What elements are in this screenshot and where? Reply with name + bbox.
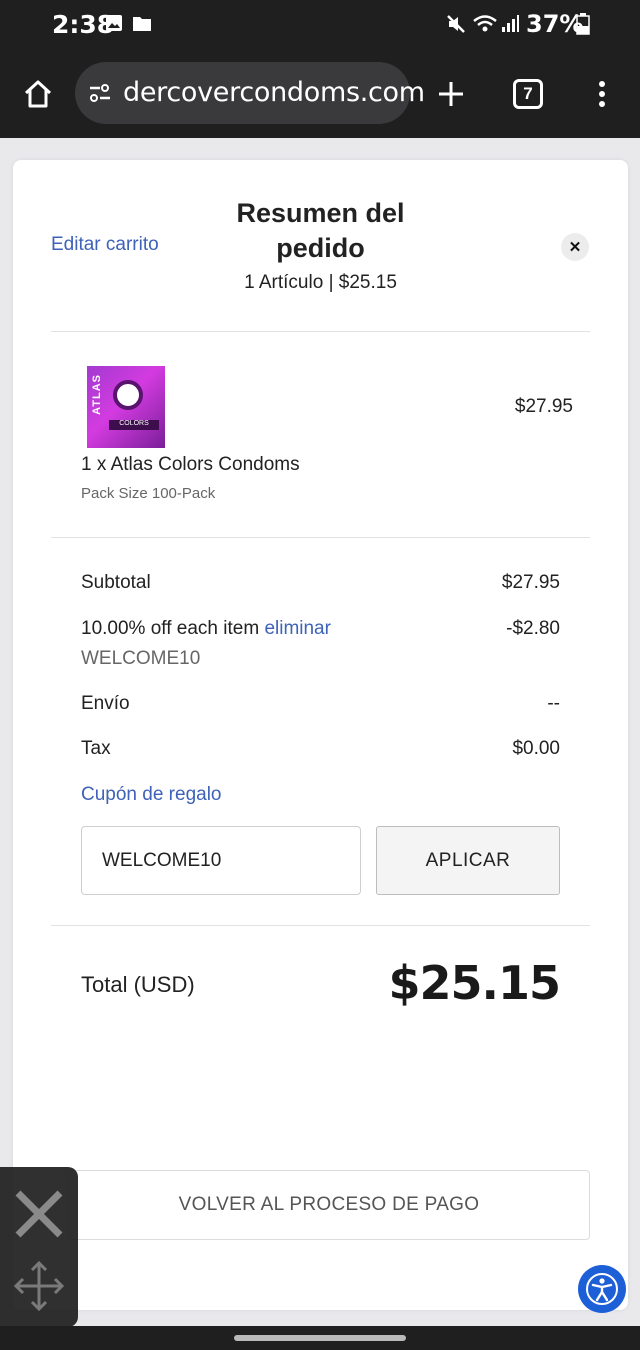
shipping-label: Envío — [81, 693, 130, 714]
back-to-checkout-button[interactable]: VOLVER AL PROCESO DE PAGO — [68, 1170, 590, 1240]
status-bar: 2:38 37% — [0, 0, 640, 52]
tax-value: $0.00 — [512, 738, 560, 759]
summary-title: Resumen del pedido — [236, 198, 405, 263]
discount-value: -$2.80 — [506, 618, 560, 639]
total-label: Total (USD) — [81, 972, 195, 997]
summary-subtitle: 1 Artículo | $25.15 — [244, 272, 397, 293]
site-settings-icon[interactable] — [88, 82, 112, 109]
battery-level: 37% — [526, 10, 584, 38]
tab-switcher-button[interactable]: 7 — [513, 79, 543, 109]
coupon-input[interactable] — [81, 826, 361, 895]
wifi-icon — [472, 14, 498, 39]
battery-icon — [576, 13, 590, 40]
divider — [51, 331, 590, 332]
mute-icon — [446, 14, 466, 39]
order-summary-panel: Resumen del pedido 1 Artículo | $25.15 E… — [13, 160, 628, 1310]
apply-coupon-button[interactable]: APLICAR — [376, 826, 560, 895]
total-value: $25.15 — [388, 956, 561, 1010]
item-price: $27.95 — [514, 396, 573, 417]
subtotal-label: Subtotal — [81, 572, 151, 593]
shipping-value: -- — [547, 693, 560, 714]
discount-code: WELCOME10 — [81, 648, 201, 669]
floating-overlay — [0, 1167, 78, 1327]
accessibility-icon[interactable] — [578, 1265, 626, 1313]
gallery-icon — [105, 14, 123, 37]
close-overlay-icon[interactable] — [12, 1187, 66, 1246]
system-nav-bar — [0, 1326, 640, 1350]
tax-label: Tax — [81, 738, 111, 759]
folder-icon — [132, 14, 152, 37]
divider — [51, 925, 590, 926]
gift-coupon-link[interactable]: Cupón de regalo — [81, 784, 222, 806]
move-icon[interactable] — [12, 1259, 66, 1318]
close-icon[interactable]: ✕ — [561, 233, 589, 261]
item-option: Pack Size 100-Pack — [81, 485, 216, 502]
address-bar[interactable]: dercovercondoms.com — [75, 62, 425, 124]
discount-label: 10.00% off each item — [81, 618, 260, 639]
url-text: dercovercondoms.com — [123, 77, 425, 108]
discount-line: 10.00% off each item eliminar — [81, 618, 331, 640]
item-name: 1 x Atlas Colors Condoms — [81, 454, 300, 475]
browser-toolbar: dercovercondoms.com 7 — [0, 52, 640, 138]
product-image: ATLAS COLORS — [87, 366, 165, 448]
home-gesture-bar[interactable] — [234, 1335, 406, 1341]
subtotal-value: $27.95 — [501, 572, 560, 593]
divider — [51, 537, 590, 538]
more-options-icon[interactable] — [588, 74, 616, 114]
new-tab-icon[interactable] — [434, 74, 468, 114]
signal-icon — [500, 14, 520, 39]
remove-discount-link[interactable]: eliminar — [264, 618, 331, 639]
home-icon[interactable] — [18, 74, 58, 114]
edit-cart-link[interactable]: Editar carrito — [51, 234, 159, 256]
